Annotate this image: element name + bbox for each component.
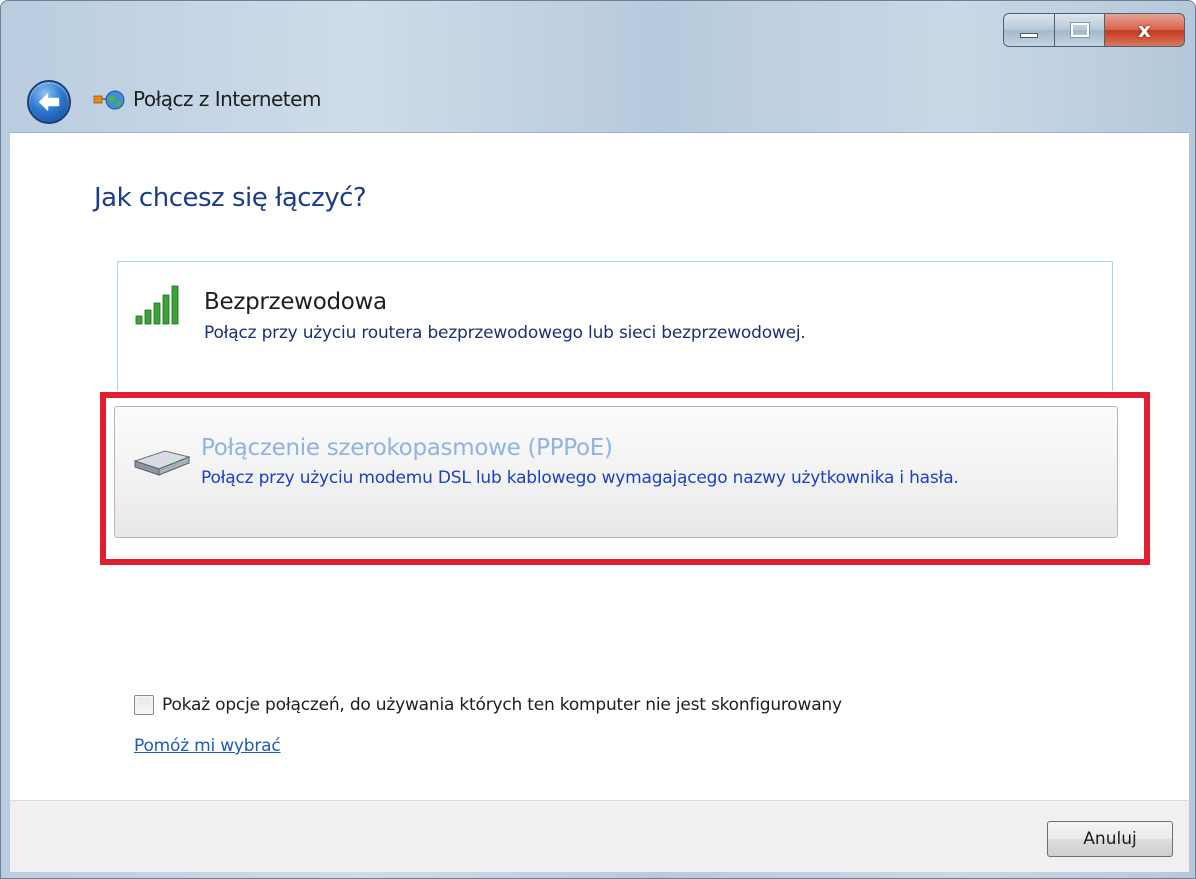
maximize-icon — [1069, 22, 1090, 38]
content-area: Jak chcesz się łączyć? Bezprzewodowa Poł… — [10, 132, 1189, 800]
window-title: Połącz z Internetem — [133, 87, 321, 111]
close-icon: x — [1138, 18, 1151, 42]
back-button[interactable] — [27, 80, 71, 124]
close-button[interactable]: x — [1105, 13, 1185, 47]
title-bar: x Połącz z Internetem — [1, 1, 1195, 141]
highlight-annotation — [100, 392, 1150, 565]
option-description: Połącz przy użyciu routera bezprzewodowe… — [204, 323, 806, 343]
page-heading: Jak chcesz się łączyć? — [94, 183, 367, 213]
back-arrow-icon — [38, 92, 60, 112]
help-me-choose-link[interactable]: Pomóż mi wybrać — [134, 736, 281, 756]
minimize-button[interactable] — [1003, 13, 1055, 47]
minimize-icon — [1020, 32, 1038, 38]
cancel-button[interactable]: Anuluj — [1047, 821, 1173, 857]
dialog-window: x Połącz z Internetem Jak chcesz się łąc… — [0, 0, 1196, 879]
show-options-label[interactable]: Pokaż opcje połączeń, do używania któryc… — [162, 695, 842, 715]
footer-bar: Anuluj — [10, 800, 1189, 872]
show-options-row[interactable]: Pokaż opcje połączeń, do używania któryc… — [134, 695, 842, 715]
maximize-button[interactable] — [1055, 13, 1105, 47]
show-options-checkbox[interactable] — [134, 695, 154, 715]
signal-bars-icon — [135, 285, 179, 325]
caption-buttons: x — [1003, 13, 1185, 47]
option-title: Bezprzewodowa — [204, 289, 387, 315]
option-wireless[interactable]: Bezprzewodowa Połącz przy użyciu routera… — [117, 261, 1113, 391]
network-globe-icon — [93, 90, 125, 110]
